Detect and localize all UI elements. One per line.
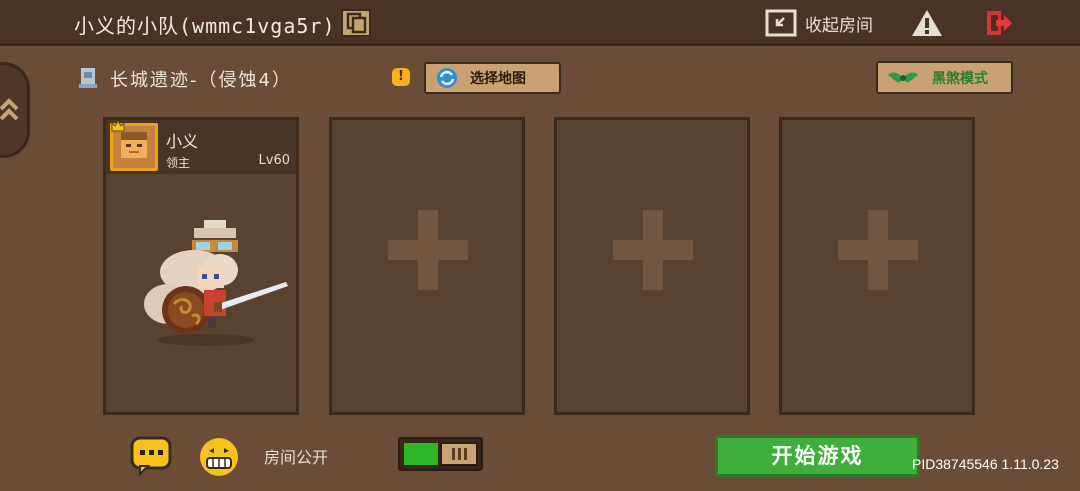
collapse-room-button[interactable]: 收起房间: [765, 8, 873, 38]
room-public-toggle[interactable]: [398, 437, 483, 471]
room-public-label: 房间公开: [264, 448, 329, 467]
player-level: Lv60: [258, 153, 290, 168]
empty-slot-2[interactable]: [329, 117, 525, 415]
empty-slot-4[interactable]: [779, 117, 975, 415]
plus-icon: [388, 210, 468, 290]
top-bar: 小义的小队(wmmc1vga5r) 收起房间: [0, 0, 1080, 46]
toggle-on-indicator: [404, 443, 438, 465]
collapse-icon: [765, 9, 797, 37]
character-sprite: [144, 220, 288, 346]
player-role: 领主: [166, 156, 191, 170]
chat-bubble-icon[interactable]: [130, 436, 172, 476]
emoji-icon[interactable]: [198, 436, 240, 478]
dark-mode-button[interactable]: 黑煞模式: [876, 61, 1013, 94]
select-map-button[interactable]: 选择地图: [424, 62, 561, 94]
empty-slot-3[interactable]: [554, 117, 750, 415]
player-info-header: 小义 领主 Lv60: [106, 120, 296, 174]
toggle-knob: [440, 442, 478, 466]
side-panel-toggle[interactable]: [0, 62, 30, 158]
crown-icon: [111, 120, 125, 132]
copy-icon: [346, 12, 367, 34]
plus-icon: [838, 210, 918, 290]
start-game-button[interactable]: 开始游戏: [715, 435, 920, 477]
map-name: 长城遗迹-（侵蚀4）: [110, 70, 292, 91]
player-name: 小义: [166, 132, 199, 151]
player-slot-1[interactable]: 小义 领主 Lv60: [103, 117, 299, 415]
collapse-room-label: 收起房间: [805, 15, 873, 36]
warning-icon[interactable]: [910, 8, 944, 38]
pid-version-label: PID38745546 1.11.0.23: [912, 456, 1059, 472]
character-face-icon: [121, 132, 147, 158]
exit-icon[interactable]: [984, 8, 1014, 38]
map-location-icon: [79, 68, 97, 88]
refresh-icon: [437, 68, 457, 88]
copy-button[interactable]: [341, 9, 371, 37]
team-title: 小义的小队(wmmc1vga5r): [74, 14, 336, 38]
chevron-up-icon: [0, 98, 19, 121]
wings-icon: [888, 72, 918, 82]
map-alert-badge: !: [392, 68, 410, 86]
plus-icon: [613, 210, 693, 290]
dark-mode-label: 黑煞模式: [932, 70, 988, 87]
select-map-label: 选择地图: [470, 71, 526, 87]
